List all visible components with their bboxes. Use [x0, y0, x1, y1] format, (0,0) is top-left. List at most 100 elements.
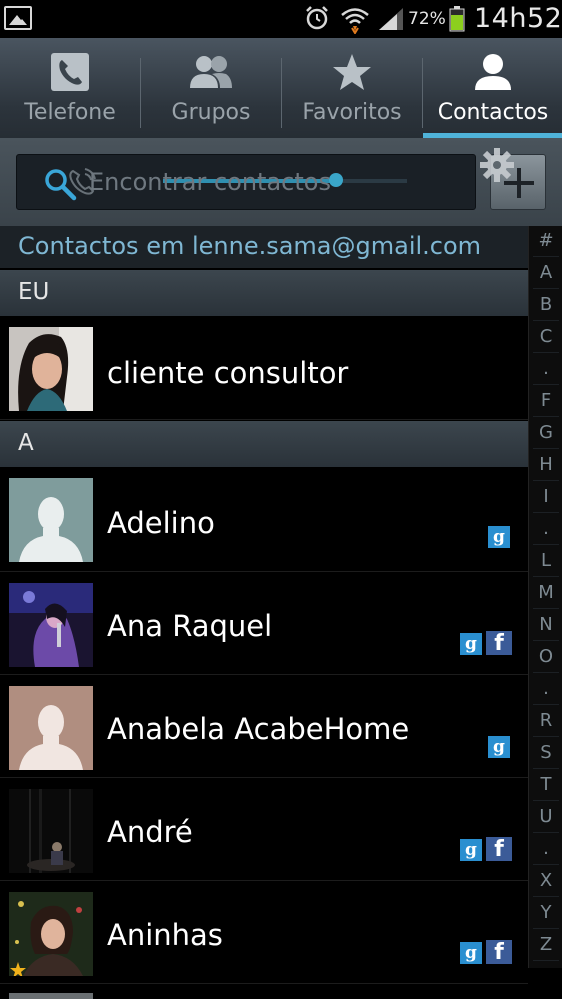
alphabet-index-bar[interactable]: # A B C. F G H I. L M N O. R S T U. X Y Z: [528, 226, 562, 968]
alarm-icon: [306, 6, 328, 30]
wifi-icon: [341, 8, 369, 34]
contact-name: Ana Raquel: [107, 609, 273, 643]
index-letter[interactable]: H: [529, 454, 562, 475]
avatar: [9, 789, 93, 873]
index-divider: [533, 640, 559, 641]
tab-grupos[interactable]: Grupos: [141, 38, 281, 134]
index-divider: [533, 352, 559, 353]
index-divider: [533, 576, 559, 577]
index-letter[interactable]: C: [529, 326, 562, 347]
index-letter[interactable]: B: [529, 294, 562, 315]
tab-favoritos[interactable]: Favoritos: [282, 38, 422, 134]
contact-name: Adelino: [107, 506, 215, 540]
google-icon: g: [460, 839, 482, 861]
tab-telefone[interactable]: Telefone: [0, 38, 140, 134]
facebook-icon: f: [486, 940, 512, 965]
index-letter[interactable]: F: [529, 390, 562, 411]
google-icon: g: [460, 633, 482, 655]
contact-name: Aninhas: [107, 918, 223, 952]
signal-icon: [379, 8, 403, 30]
index-letter[interactable]: G: [529, 422, 562, 443]
index-divider: [533, 480, 559, 481]
contact-row[interactable]: André g f: [0, 779, 528, 881]
avatar: [9, 327, 93, 411]
contact-row[interactable]: Aninhas g f: [0, 882, 528, 984]
tab-bar: Telefone Grupos Favoritos Contactos: [0, 38, 562, 138]
index-letter[interactable]: .: [529, 358, 562, 379]
section-header-label: EU: [18, 279, 50, 305]
index-letter[interactable]: I: [529, 486, 562, 507]
search-box[interactable]: [16, 154, 476, 210]
index-letter[interactable]: Y: [529, 902, 562, 923]
avatar: [9, 478, 93, 562]
contact-row[interactable]: Anabela AcabeHome g: [0, 676, 528, 778]
index-divider: [533, 768, 559, 769]
contact-row[interactable]: cliente consultor: [0, 318, 528, 420]
index-letter[interactable]: S: [529, 742, 562, 763]
tab-label: Contactos: [437, 100, 549, 125]
index-divider: [533, 416, 559, 417]
account-header-label: Contactos em lenne.sama@gmail.com: [18, 232, 482, 260]
index-divider: [533, 448, 559, 449]
account-header: Contactos em lenne.sama@gmail.com: [0, 226, 528, 268]
phone-icon: [51, 53, 89, 91]
index-divider: [533, 384, 559, 385]
index-letter[interactable]: .: [529, 838, 562, 859]
index-divider: [533, 928, 559, 929]
battery-icon: [449, 6, 465, 32]
gear-icon: [480, 148, 514, 182]
index-letter[interactable]: Z: [529, 934, 562, 955]
status-bar: 72% 14h52: [0, 0, 562, 38]
index-letter[interactable]: T: [529, 774, 562, 795]
index-divider: [533, 864, 559, 865]
gallery-icon: [4, 6, 32, 30]
index-divider: [533, 800, 559, 801]
index-divider: [533, 960, 559, 961]
tab-label: Telefone: [24, 100, 116, 125]
index-letter[interactable]: .: [529, 518, 562, 539]
star-icon: [333, 54, 371, 90]
index-divider: [533, 512, 559, 513]
index-divider: [533, 256, 559, 257]
search-input[interactable]: [89, 165, 459, 199]
google-icon: g: [488, 526, 510, 548]
index-divider: [533, 704, 559, 705]
index-divider: [533, 672, 559, 673]
contact-row[interactable]: Adelino g: [0, 470, 528, 572]
index-letter[interactable]: X: [529, 870, 562, 891]
search-icon: [45, 169, 77, 201]
index-divider: [533, 544, 559, 545]
index-divider: [533, 288, 559, 289]
index-letter[interactable]: M: [529, 582, 562, 603]
battery-percent: 72%: [408, 9, 446, 29]
index-divider: [533, 896, 559, 897]
clock: 14h52: [474, 3, 562, 34]
index-divider: [533, 608, 559, 609]
contact-name: André: [107, 815, 193, 849]
index-letter[interactable]: #: [529, 230, 562, 251]
contact-row[interactable]: Ana Raquel g f: [0, 573, 528, 675]
avatar: [9, 686, 93, 770]
search-area: [0, 138, 562, 226]
index-letter[interactable]: U: [529, 806, 562, 827]
index-letter[interactable]: A: [529, 262, 562, 283]
avatar: [9, 993, 93, 999]
avatar: [9, 892, 93, 976]
tab-contactos[interactable]: Contactos: [423, 38, 562, 134]
index-letter[interactable]: L: [529, 550, 562, 571]
groups-icon: [190, 56, 232, 88]
google-icon: g: [488, 736, 510, 758]
google-icon: g: [460, 942, 482, 964]
avatar: [9, 583, 93, 667]
contact-name: Anabela AcabeHome: [107, 712, 410, 746]
section-header-label: A: [18, 430, 34, 456]
facebook-icon: f: [486, 631, 512, 656]
index-letter[interactable]: .: [529, 678, 562, 699]
section-header-eu: EU: [0, 270, 528, 316]
index-letter[interactable]: N: [529, 614, 562, 635]
index-divider: [533, 736, 559, 737]
index-letter[interactable]: R: [529, 710, 562, 731]
section-header-a: A: [0, 421, 528, 467]
tab-label: Favoritos: [302, 100, 402, 125]
index-letter[interactable]: O: [529, 646, 562, 667]
